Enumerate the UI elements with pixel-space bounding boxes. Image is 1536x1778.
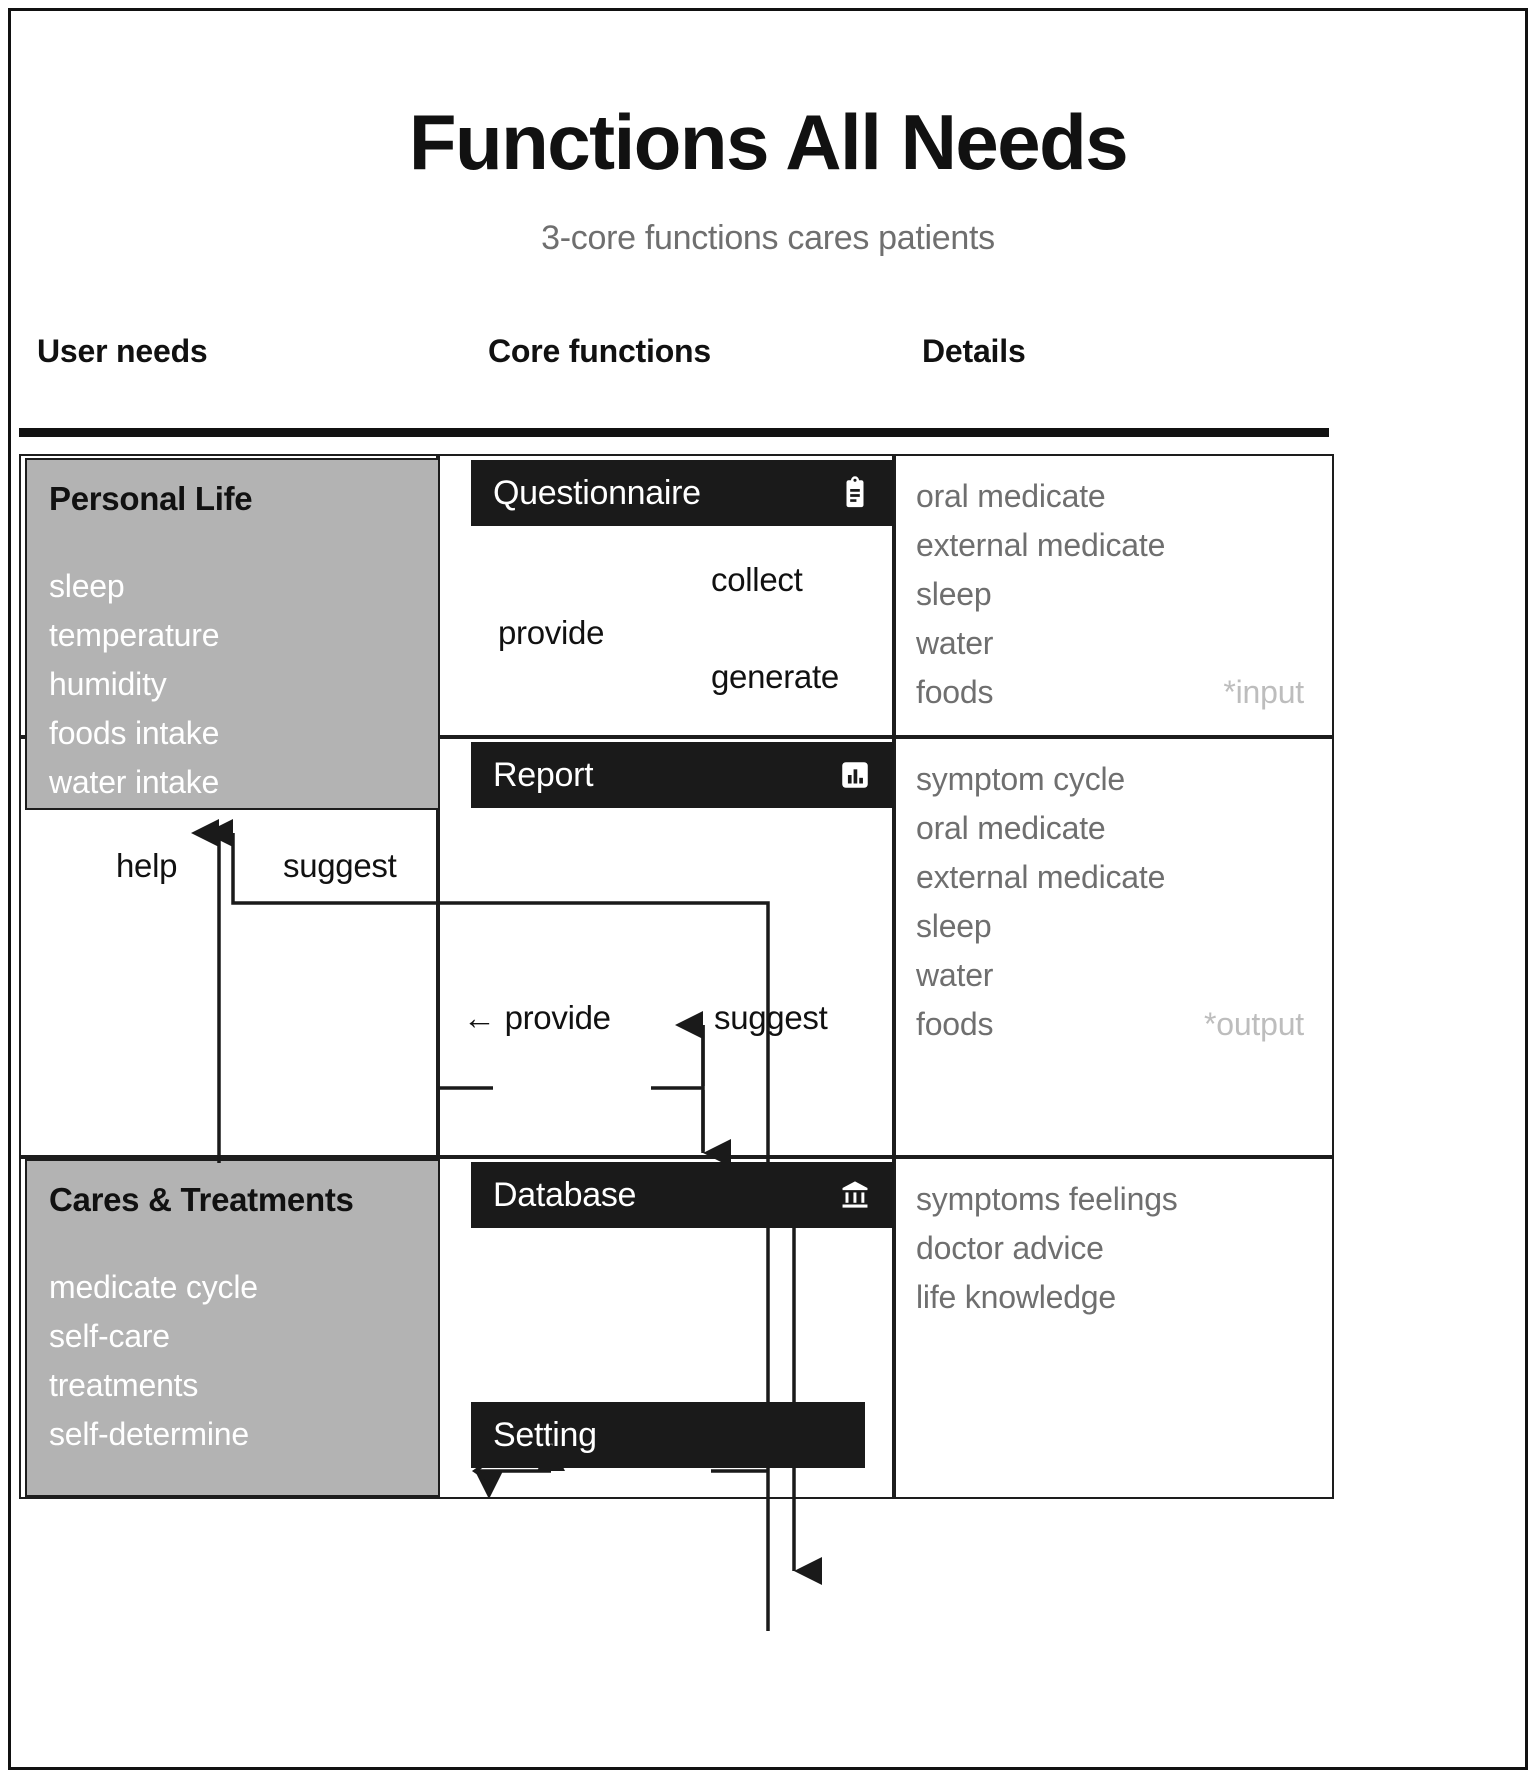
diagram-frame: Functions All Needs 3-core functions car… <box>8 8 1528 1770</box>
connector-label-suggest-needs: suggest <box>283 847 397 884</box>
connector-label-generate: generate <box>711 658 839 695</box>
connector-label-suggest-database: suggest <box>714 999 828 1036</box>
connector-label-provide-database: ← provide <box>463 999 611 1036</box>
connector-label-collect: collect <box>711 561 803 598</box>
connector-label-provide-questionnaire: provide <box>498 614 605 651</box>
connector-wires <box>191 819 822 1631</box>
connector-label-help: help <box>116 847 178 884</box>
